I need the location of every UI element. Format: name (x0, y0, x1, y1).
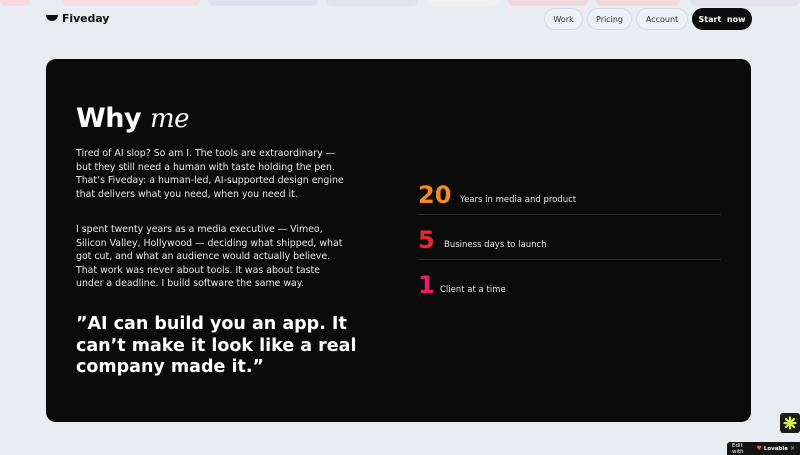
badge-brand: Lovable (763, 445, 788, 452)
heading-italic-text: me (150, 104, 190, 134)
stat-label: Client at a time (440, 285, 506, 295)
stat-number: 20 (418, 181, 452, 209)
stat-days: 5 Business days to launch (418, 215, 721, 260)
badge-prefix: Edit with (732, 442, 744, 455)
nav-pricing-link[interactable]: Pricing (587, 8, 632, 30)
lovable-asterisk-icon[interactable] (780, 413, 800, 433)
asterisk-icon (783, 416, 797, 430)
stat-label: Business days to launch (444, 240, 547, 250)
start-now-button[interactable]: Start now (692, 8, 752, 30)
brand-logo[interactable]: Fiveday (46, 12, 109, 25)
top-navigation: Fiveday Work Pricing Account Start now (0, 8, 800, 30)
fiveday-logo-icon (46, 14, 58, 21)
lovable-heart-icon: ♥ (756, 445, 762, 452)
section-heading: Why me (76, 103, 190, 134)
heading-text: Why (76, 103, 142, 134)
pull-quote: ”AI can build you an app. It can’t make … (76, 314, 357, 377)
stat-number: 5 (418, 226, 435, 254)
edit-with-lovable-badge[interactable]: Edit with ♥ Lovable × (727, 442, 800, 455)
brand-name: Fiveday (62, 12, 110, 25)
stat-years: 20 Years in media and product (418, 170, 721, 215)
top-decorative-strip (0, 0, 800, 6)
nav-account-link[interactable]: Account (636, 8, 688, 30)
start-now-label-now: now (726, 15, 746, 24)
start-now-label-start: Start (698, 15, 722, 24)
stat-number: 1 (418, 271, 435, 299)
stat-clients: 1 Client at a time (418, 260, 721, 305)
why-me-section: Why me Tired of AI slop? So am I. The to… (46, 59, 751, 422)
nav-work-link[interactable]: Work (544, 8, 583, 30)
close-icon[interactable]: × (790, 445, 795, 452)
background-paragraph: I spent twenty years as a media executiv… (76, 224, 343, 290)
stat-label: Years in media and product (460, 195, 577, 205)
intro-paragraph: Tired of AI slop? So am I. The tools are… (76, 148, 344, 200)
